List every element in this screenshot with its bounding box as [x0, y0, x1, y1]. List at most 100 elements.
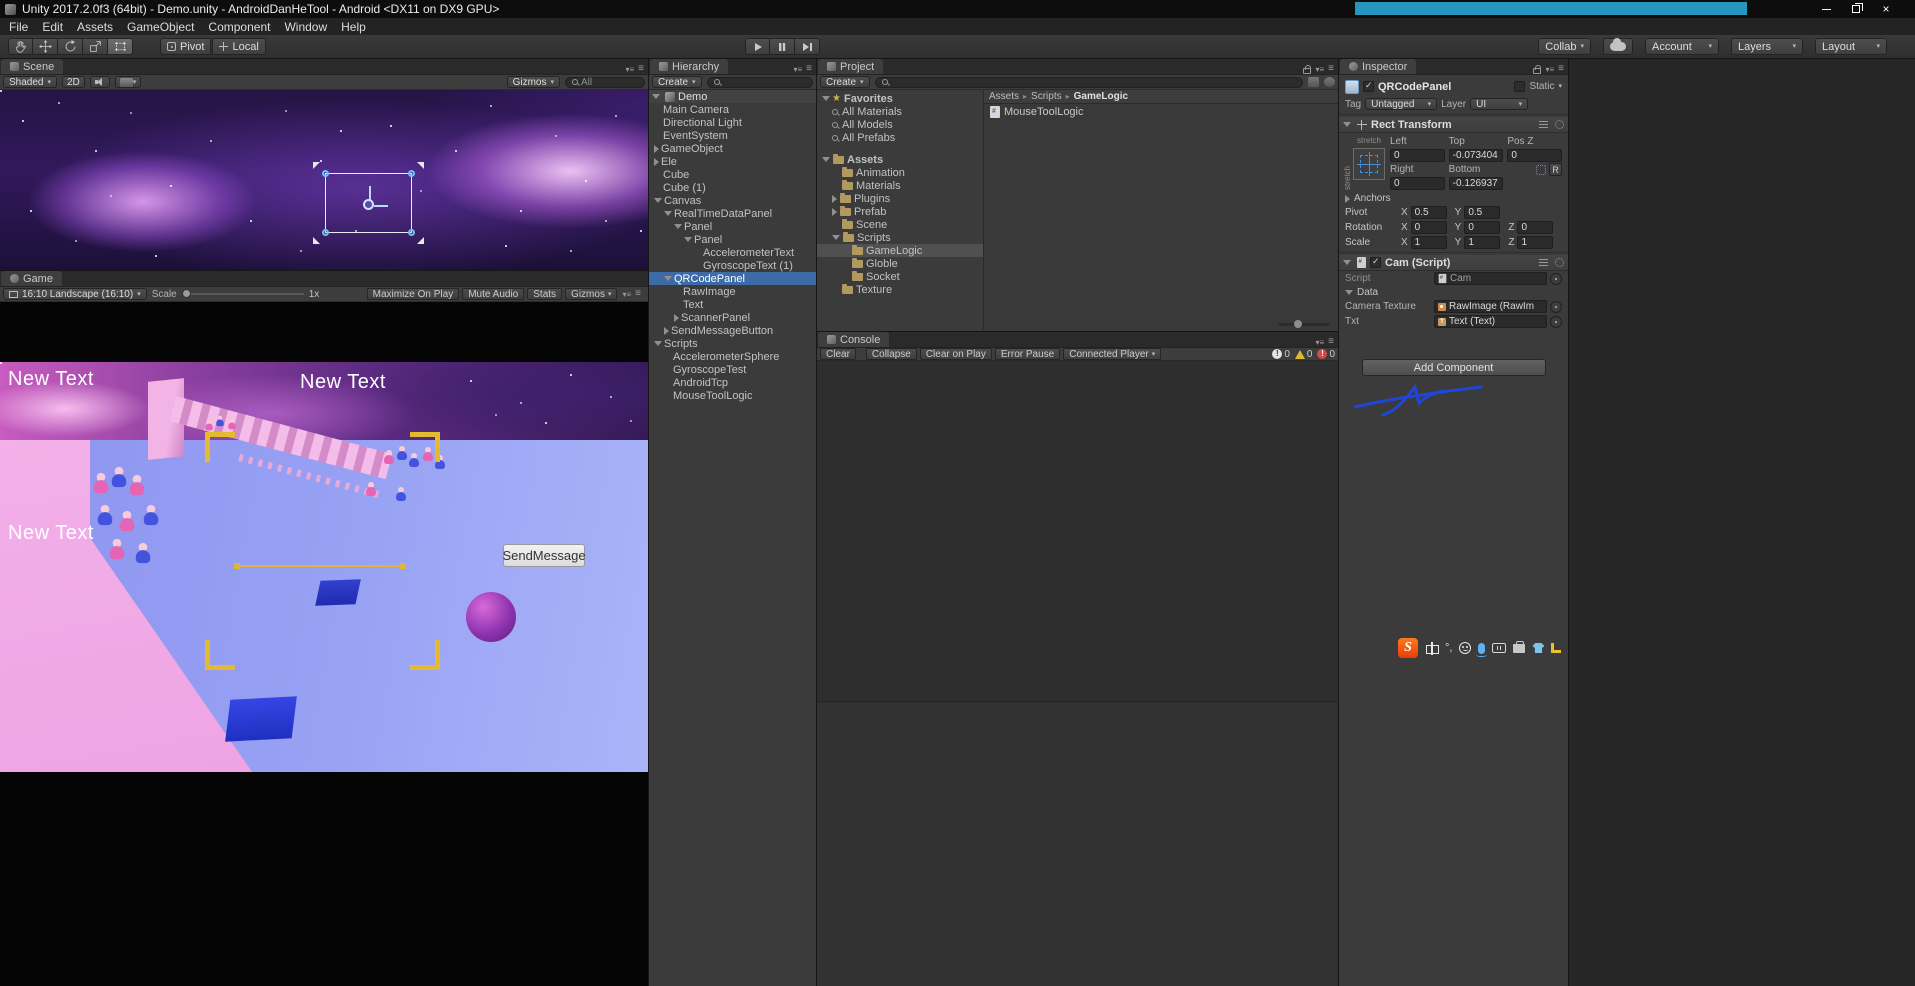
rect-tool-button[interactable] — [108, 38, 133, 55]
rect-handle[interactable] — [408, 170, 415, 177]
hierarchy-item[interactable]: EventSystem — [649, 129, 816, 142]
hierarchy-item[interactable]: GyroscopeText (1) — [649, 259, 816, 272]
account-dropdown[interactable]: Account ▾ — [1645, 38, 1719, 55]
panel-menu[interactable]: ▾≡ ≡ — [1533, 64, 1568, 74]
static-dropdown-icon[interactable]: ▾ — [1558, 83, 1562, 90]
aspect-ratio-dropdown[interactable]: 16:10 Landscape (16:10) ▾ — [3, 288, 147, 300]
scale-slider-knob[interactable] — [181, 289, 191, 298]
data-foldout[interactable]: Data — [1339, 286, 1568, 299]
anchors-foldout[interactable]: Anchors — [1339, 192, 1568, 205]
pivot-x-field[interactable]: 0.5 — [1410, 206, 1447, 219]
rect-handle[interactable] — [408, 229, 415, 236]
object-picker-icon[interactable] — [1550, 272, 1562, 285]
project-search-input[interactable] — [874, 76, 1303, 88]
skin-icon[interactable] — [1532, 643, 1545, 653]
send-message-button[interactable]: SendMessage — [502, 544, 586, 567]
expander-icon[interactable] — [1345, 290, 1353, 295]
clear-button[interactable]: Clear — [820, 348, 856, 360]
pivot-gizmo[interactable] — [363, 186, 388, 210]
panel-menu[interactable]: ▾≡ ≡ — [1303, 64, 1338, 74]
expander-icon[interactable] — [822, 96, 830, 101]
expander-icon[interactable] — [674, 313, 679, 322]
microphone-icon[interactable] — [1476, 642, 1488, 657]
scale-slider[interactable] — [181, 289, 304, 298]
expander-icon[interactable] — [822, 157, 830, 162]
expander-icon[interactable] — [654, 157, 659, 166]
component-enabled-checkbox[interactable] — [1370, 256, 1381, 268]
panel-menu[interactable]: ▾≡ ≡ — [622, 289, 645, 299]
sogou-logo-icon[interactable]: S — [1398, 638, 1418, 658]
step-button[interactable] — [795, 38, 820, 55]
hierarchy-item[interactable]: Cube (1) — [649, 181, 816, 194]
camera-texture-object-field[interactable]: RawImage (RawIm — [1434, 300, 1547, 313]
expander-icon[interactable] — [832, 194, 837, 203]
hierarchy-scene-row[interactable]: Demo — [649, 90, 816, 103]
panel-menu[interactable]: ▾≡ ≡ — [1315, 337, 1338, 347]
scale-x-field[interactable]: 1 — [1410, 236, 1447, 249]
game-viewport[interactable]: New Text New Text New Text SendMessage — [0, 302, 648, 986]
script-object-field[interactable]: Cam — [1434, 272, 1547, 285]
breadcrumb-assets[interactable]: Assets — [989, 91, 1019, 102]
hierarchy-item[interactable]: GyroscopeTest — [649, 363, 816, 376]
hierarchy-item[interactable]: ScannerPanel — [649, 311, 816, 324]
pause-button[interactable] — [770, 38, 795, 55]
gear-icon[interactable] — [1555, 120, 1564, 129]
favorite-item[interactable]: All Models — [817, 118, 983, 131]
close-button[interactable]: × — [1871, 0, 1901, 18]
toolbox-icon[interactable] — [1513, 640, 1526, 653]
layers-dropdown[interactable]: Layers ▾ — [1731, 38, 1803, 55]
panel-menu[interactable]: ▾≡ ≡ — [793, 64, 816, 74]
object-picker-icon[interactable] — [1550, 315, 1562, 328]
breadcrumb-scripts[interactable]: Scripts — [1031, 91, 1062, 102]
punctuation-icon[interactable]: °, — [1445, 642, 1452, 654]
posz-field[interactable]: 0 — [1507, 149, 1562, 162]
hierarchy-item[interactable]: Ele — [649, 155, 816, 168]
panel-menu[interactable]: ▾≡ ≡ — [625, 64, 648, 74]
restore-button[interactable] — [1841, 0, 1871, 18]
menu-file[interactable]: File — [2, 18, 35, 35]
move-tool-button[interactable] — [33, 38, 58, 55]
expander-icon[interactable] — [674, 224, 682, 229]
expander-icon[interactable] — [654, 144, 659, 153]
project-folder-item[interactable]: Scene — [817, 218, 983, 231]
collapse-toggle[interactable]: Collapse — [865, 348, 917, 360]
menu-gameobject[interactable]: GameObject — [120, 18, 201, 35]
tab-hierarchy[interactable]: Hierarchy — [650, 59, 729, 74]
warning-count-toggle[interactable]: 0 — [1294, 349, 1312, 360]
lock-icon[interactable] — [1303, 64, 1312, 74]
anchor-preset-box[interactable] — [1353, 148, 1385, 180]
scale-tool-button[interactable] — [83, 38, 108, 55]
hierarchy-item[interactable]: MouseToolLogic — [649, 389, 816, 402]
hierarchy-item[interactable]: Text — [649, 298, 816, 311]
tab-project[interactable]: Project — [818, 59, 884, 74]
lock-icon[interactable] — [1533, 64, 1542, 74]
expander-icon[interactable] — [832, 207, 837, 216]
favorite-item[interactable]: All Prefabs — [817, 131, 983, 144]
hierarchy-item[interactable]: Canvas — [649, 194, 816, 207]
static-checkbox[interactable] — [1514, 81, 1526, 92]
expander-icon[interactable] — [1343, 122, 1351, 127]
raw-edit-button[interactable]: R — [1549, 163, 1562, 176]
gizmos-dropdown[interactable]: Gizmos ▾ — [506, 76, 560, 88]
gameobject-name-field[interactable]: QRCodePanel — [1378, 81, 1510, 93]
hierarchy-item[interactable]: Panel — [649, 220, 816, 233]
bottom-field[interactable]: -0.126937 — [1448, 177, 1504, 190]
keyboard-icon[interactable] — [1492, 643, 1507, 653]
favorites-header[interactable]: ★ Favorites — [817, 92, 983, 105]
search-by-type-icon[interactable] — [1308, 77, 1319, 87]
minimize-button[interactable] — [1811, 0, 1841, 18]
layout-dropdown[interactable]: Layout ▾ — [1815, 38, 1887, 55]
project-folder-item[interactable]: Plugins — [817, 192, 983, 205]
hierarchy-item[interactable]: Panel — [649, 233, 816, 246]
hierarchy-item[interactable]: AndroidTcp — [649, 376, 816, 389]
clear-on-play-toggle[interactable]: Clear on Play — [919, 348, 992, 360]
toggle-2d-button[interactable]: 2D — [62, 76, 85, 88]
project-folder-item[interactable]: Socket — [817, 270, 983, 283]
maximize-on-play-toggle[interactable]: Maximize On Play — [366, 288, 460, 300]
assets-root-item[interactable]: Assets — [817, 153, 983, 166]
scene-audio-toggle[interactable] — [89, 76, 110, 88]
selected-rect-gizmo[interactable] — [313, 162, 424, 244]
hand-tool-button[interactable] — [8, 38, 33, 55]
menu-edit[interactable]: Edit — [35, 18, 70, 35]
error-pause-toggle[interactable]: Error Pause — [994, 348, 1061, 360]
